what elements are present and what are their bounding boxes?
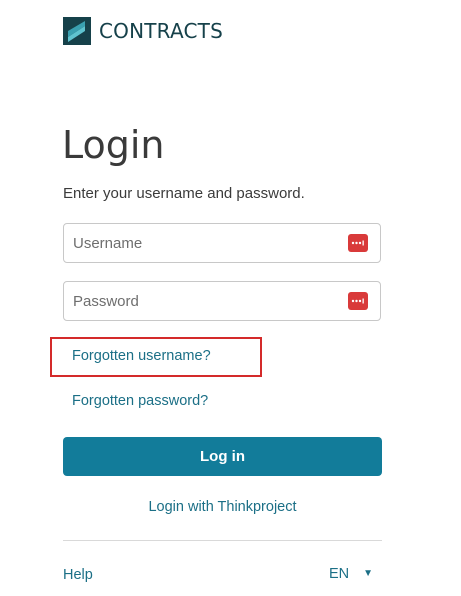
password-manager-icon[interactable]: [348, 292, 368, 310]
contracts-logo-icon: [63, 17, 91, 45]
forgot-password-link[interactable]: Forgotten password?: [72, 393, 208, 409]
chevron-down-icon: ▼: [363, 568, 374, 579]
password-manager-icon[interactable]: [348, 234, 368, 252]
divider: [63, 540, 382, 541]
password-field-container: [63, 281, 381, 321]
language-select[interactable]: EN ▼: [329, 566, 373, 582]
forgot-username-link[interactable]: Forgotten username?: [72, 348, 211, 364]
brand: CONTRACTS: [63, 17, 223, 45]
login-with-thinkproject-link[interactable]: Login with Thinkproject: [63, 499, 382, 515]
login-instructions: Enter your username and password.: [63, 185, 305, 202]
help-link[interactable]: Help: [63, 567, 93, 583]
language-value: EN: [329, 566, 350, 582]
password-input[interactable]: [64, 282, 334, 320]
username-input[interactable]: [64, 224, 334, 262]
login-button[interactable]: Log in: [63, 437, 382, 476]
brand-name: CONTRACTS: [99, 19, 223, 43]
page-title: Login: [62, 123, 165, 167]
username-field-container: [63, 223, 381, 263]
